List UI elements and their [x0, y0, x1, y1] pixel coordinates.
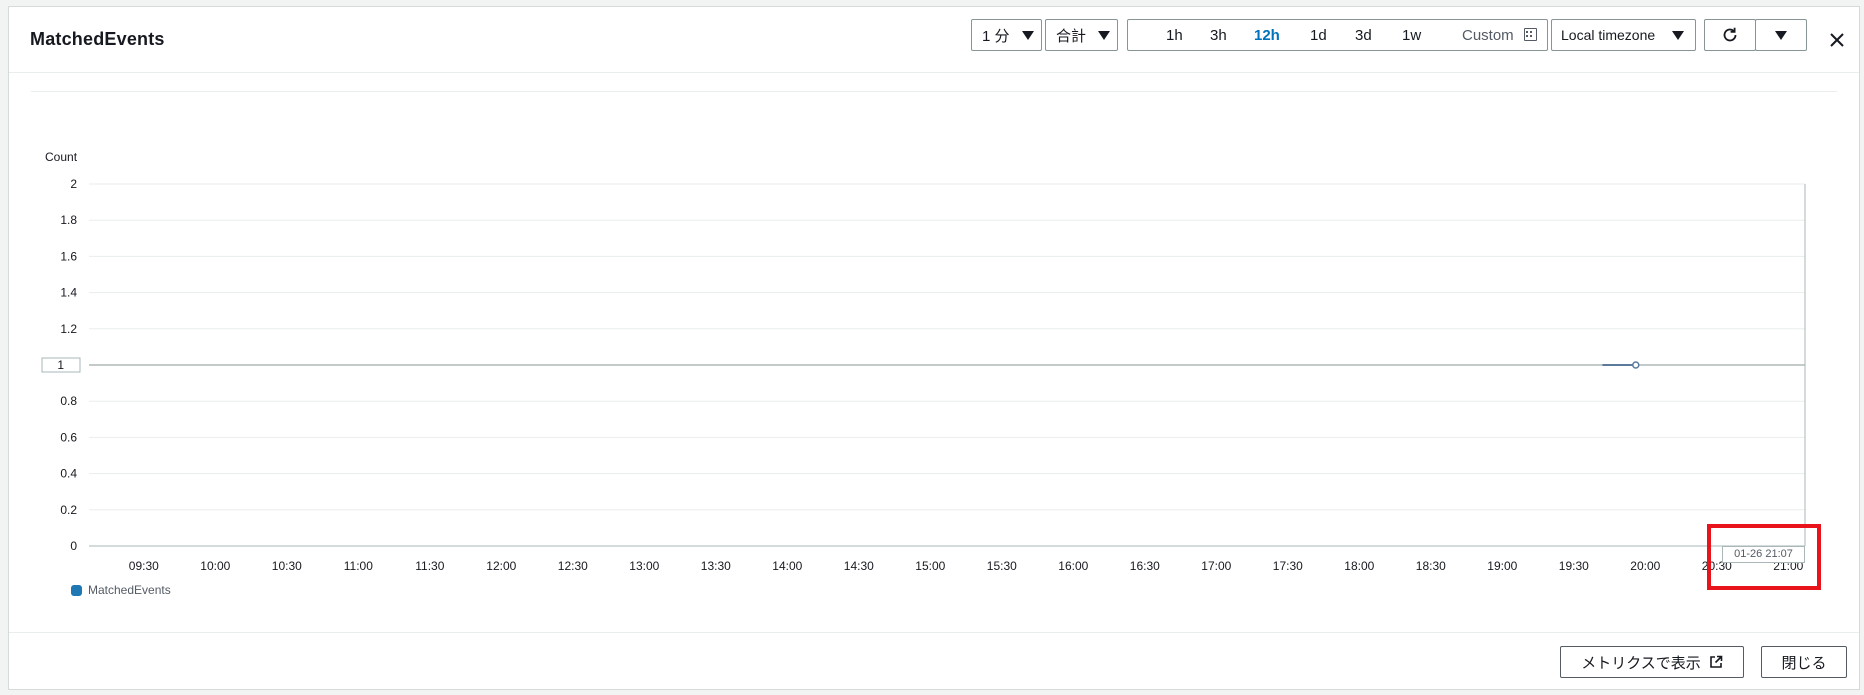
x-tick-label: 14:30	[844, 559, 874, 573]
x-tick-label: 16:00	[1058, 559, 1088, 573]
x-tick-label: 19:30	[1559, 559, 1589, 573]
x-tick-label: 15:30	[987, 559, 1017, 573]
data-point	[1632, 361, 1640, 369]
x-tick-label: 12:30	[558, 559, 588, 573]
line-chart: Count 2 1.8 1.6 1.4 1.2 1 0.8 0.6 0.4 0.2 0 09:30 10:…	[41, 150, 1806, 573]
y-tick-label: 1	[57, 358, 64, 372]
y-tick-label: 1.6	[60, 249, 77, 263]
x-tick-label: 14:00	[772, 559, 802, 573]
y-tick-label: 1.8	[60, 213, 77, 227]
x-tick-label: 15:00	[915, 559, 945, 573]
y-tick-label: 0.6	[60, 430, 77, 444]
x-tick-label: 13:00	[629, 559, 659, 573]
x-tick-label: 18:30	[1416, 559, 1446, 573]
x-tick-label: 11:00	[344, 559, 373, 573]
x-tick-label: 10:00	[200, 559, 230, 573]
cursor-time-label: 01-26 21:07	[1722, 546, 1805, 563]
y-axis-label: Count	[45, 150, 78, 164]
x-tick-label: 16:30	[1130, 559, 1160, 573]
y-tick-label: 1.2	[60, 322, 77, 336]
y-tick-label: 0.4	[60, 467, 77, 481]
x-tick-label: 18:00	[1344, 559, 1374, 573]
x-tick-label: 13:30	[701, 559, 731, 573]
x-tick-label: 09:30	[129, 559, 159, 573]
x-tick-label: 17:00	[1201, 559, 1231, 573]
x-tick-label: 19:00	[1487, 559, 1517, 573]
x-tick-label: 12:00	[486, 559, 516, 573]
x-tick-label: 10:30	[272, 559, 302, 573]
y-tick-label: 0.8	[60, 394, 77, 408]
y-tick-label: 2	[70, 177, 77, 191]
x-tick-label: 11:30	[415, 559, 444, 573]
x-tick-label: 17:30	[1273, 559, 1303, 573]
y-tick-label: 0	[70, 539, 77, 553]
y-tick-label: 0.2	[60, 503, 77, 517]
x-tick-label: 20:00	[1630, 559, 1660, 573]
y-tick-label: 1.4	[60, 286, 77, 300]
